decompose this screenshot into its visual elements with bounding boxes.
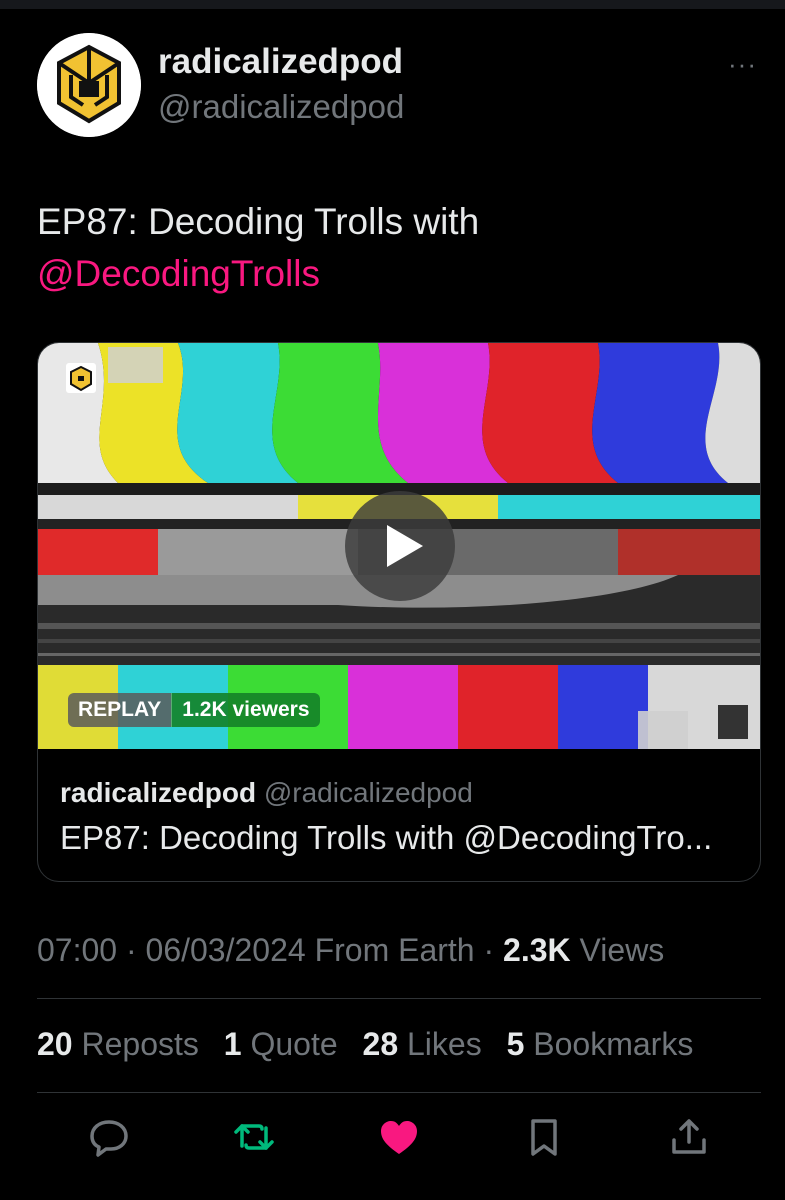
broadcast-card[interactable]: REPLAY 1.2K viewers radicalizedpod @radi… <box>37 342 761 882</box>
separator-dot: · <box>125 932 137 968</box>
display-name[interactable]: radicalizedpod <box>158 42 403 82</box>
play-button[interactable] <box>345 491 455 601</box>
bookmarks-count: 5 <box>506 1026 525 1062</box>
likes-label: Likes <box>407 1026 482 1062</box>
reposts-stat[interactable]: 20 Reposts <box>37 1026 199 1062</box>
play-icon <box>387 525 423 567</box>
share-icon <box>672 1119 706 1154</box>
replay-badge: REPLAY 1.2K viewers <box>68 693 320 727</box>
like-icon <box>381 1121 417 1154</box>
card-title: EP87: Decoding Trolls with @DecodingTro.… <box>60 819 713 856</box>
bookmarks-label: Bookmarks <box>533 1026 694 1062</box>
mini-logo-icon <box>66 363 96 393</box>
card-author-name: radicalizedpod <box>60 777 257 808</box>
tweet-time[interactable]: 07:00 <box>37 932 117 968</box>
avatar[interactable] <box>37 33 141 137</box>
viewers-count: 1.2K viewers <box>171 693 320 727</box>
likes-count: 28 <box>362 1026 399 1062</box>
likes-stat[interactable]: 28 Likes <box>363 1026 482 1062</box>
video-thumbnail[interactable]: REPLAY 1.2K viewers <box>38 343 760 749</box>
separator-dot: · <box>483 932 495 968</box>
quotes-count: 1 <box>223 1026 242 1062</box>
tweet-text: EP87: Decoding Trolls with @DecodingTrol… <box>37 196 737 300</box>
bookmark-icon <box>531 1119 557 1156</box>
engagement-stats: 20 Reposts 1 Quote 28 Likes 5 Bookmarks <box>37 1026 709 1063</box>
divider <box>37 1092 761 1093</box>
repost-button[interactable] <box>229 1112 279 1162</box>
replay-label: REPLAY <box>68 693 172 727</box>
reply-icon <box>90 1120 128 1157</box>
card-author: radicalizedpod @radicalizedpod <box>60 777 473 809</box>
radicalized-logo-icon <box>37 33 141 137</box>
tweet-text-line: EP87: Decoding Trolls with <box>37 201 480 242</box>
more-options-icon[interactable]: ··· <box>728 51 760 77</box>
tweet-meta: 07:00 · 06/03/2024 From Earth · 2.3K Vie… <box>37 932 664 969</box>
reposts-label: Reposts <box>81 1026 199 1062</box>
views-count: 2.3K <box>503 932 571 968</box>
like-button[interactable] <box>374 1112 424 1162</box>
card-author-handle: @radicalizedpod <box>263 777 473 808</box>
action-bar <box>0 1112 785 1162</box>
bookmarks-stat[interactable]: 5 Bookmarks <box>507 1026 694 1062</box>
views-label: Views <box>579 932 665 968</box>
quotes-label: Quote <box>250 1026 338 1062</box>
repost-icon <box>234 1124 274 1150</box>
divider <box>37 998 761 999</box>
tweet-date[interactable]: 06/03/2024 <box>146 932 306 968</box>
bookmark-button[interactable] <box>519 1112 569 1162</box>
reply-button[interactable] <box>84 1112 134 1162</box>
mention-link[interactable]: @DecodingTrolls <box>37 248 737 300</box>
quotes-stat[interactable]: 1 Quote <box>224 1026 338 1062</box>
tweet-location: From Earth <box>314 932 475 968</box>
reposts-count: 20 <box>37 1026 73 1062</box>
user-handle[interactable]: @radicalizedpod <box>158 88 404 126</box>
share-button[interactable] <box>664 1112 714 1162</box>
top-divider <box>0 0 785 9</box>
